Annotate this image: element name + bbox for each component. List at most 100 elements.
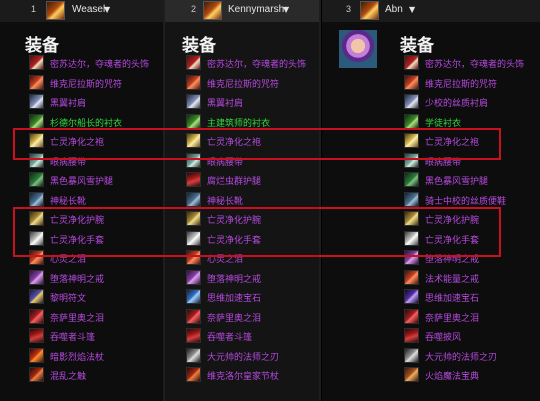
equipment-item-name[interactable]: 神秘长靴 [50, 194, 86, 207]
chevron-down-icon[interactable]: ▼ [409, 5, 415, 14]
trinket-icon [404, 289, 419, 304]
equipment-item[interactable]: 维克尼拉斯的咒符 [186, 74, 319, 93]
shoulders-icon [186, 94, 201, 109]
equipment-item[interactable]: 腐烂虫群护腿 [186, 172, 319, 190]
equipment-item-name[interactable]: 暗影烈焰法杖 [50, 350, 104, 363]
shirt-icon [29, 113, 44, 129]
player-rank: 3 [346, 4, 352, 14]
equipment-item[interactable]: 维克洛尔皇家节杖 [186, 367, 319, 385]
shirt-icon [186, 113, 201, 129]
equipment-item[interactable]: 吞噬披风 [404, 328, 540, 346]
equipment-item-name[interactable]: 黑色暴风雪护腿 [50, 174, 113, 187]
chevron-down-icon[interactable]: ▼ [104, 5, 110, 14]
equipment-item-name[interactable]: 维克尼拉斯的咒符 [207, 77, 279, 90]
section-title: 装备 [182, 36, 216, 56]
equipment-item-name[interactable]: 主建筑师的衬衣 [207, 116, 270, 129]
player-column-3: 3 Abn ▼ 装备 密苏达尔，夺魂者的头饰 维克尼拉斯的咒符 少校的丝质衬肩 学徒衬… [322, 0, 540, 401]
equipment-item-name[interactable]: 法术能量之戒 [425, 272, 479, 285]
equipment-item[interactable]: 暗影烈焰法杖 [29, 347, 163, 366]
equipment-item[interactable]: 密苏达尔，夺魂者的头饰 [186, 55, 319, 73]
dagger-icon [404, 347, 419, 363]
equipment-item[interactable]: 火焰魔法宝典 [404, 367, 540, 385]
equipment-item-name[interactable]: 思维加速宝石 [207, 291, 261, 304]
equipment-item-name[interactable]: 吞噬者斗篷 [207, 330, 252, 343]
equipment-item[interactable]: 黎明符文 [29, 289, 163, 307]
equipment-item[interactable]: 大元帅的法师之刃 [404, 347, 540, 366]
equipment-item-name[interactable]: 吞噬者斗篷 [50, 330, 95, 343]
cloak-icon [186, 328, 201, 343]
equipment-item[interactable]: 奈萨里奥之泪 [186, 308, 319, 327]
equipment-item[interactable]: 少校的丝质衬肩 [404, 94, 540, 112]
player-name[interactable]: Kennymarsh [228, 4, 284, 15]
equipment-item[interactable]: 思维加速宝石 [404, 289, 540, 307]
equipment-item-name[interactable]: 吞噬披风 [425, 330, 461, 343]
equipment-item-name[interactable]: 维克尼拉斯的咒符 [425, 77, 497, 90]
chevron-down-icon[interactable]: ▼ [283, 5, 289, 14]
player-header[interactable]: 2 Kennymarsh ▼ [165, 0, 319, 22]
equipment-item-name[interactable]: 黑色暴风雪护腿 [425, 174, 488, 187]
ring-icon [186, 269, 201, 285]
equipment-item[interactable]: 奈萨里奥之泪 [404, 308, 540, 327]
equipment-item-name[interactable]: 维克洛尔皇家节杖 [207, 369, 279, 382]
class-icon [203, 1, 222, 20]
equipment-item-name[interactable]: 密苏达尔，夺魂者的头饰 [50, 57, 149, 70]
equipment-item-name[interactable]: 大元帅的法师之刃 [207, 350, 279, 363]
equipment-item[interactable]: 密苏达尔，夺魂者的头饰 [404, 55, 540, 73]
equipment-item-name[interactable]: 少校的丝质衬肩 [425, 96, 488, 109]
player-header[interactable]: 1 Weasel ▼ [0, 0, 163, 22]
equipment-item[interactable]: 维克尼拉斯的咒符 [29, 74, 163, 93]
equipment-item-name[interactable]: 奈萨里奥之泪 [425, 311, 479, 324]
equipment-item-name[interactable]: 学徒衬衣 [425, 116, 461, 129]
equipment-item[interactable]: 堕落神明之戒 [29, 269, 163, 288]
equipment-item-name[interactable]: 维克尼拉斯的咒符 [50, 77, 122, 90]
equipment-item-name[interactable]: 堕落神明之戒 [50, 272, 104, 285]
ring-icon [29, 269, 44, 285]
equipment-item-name[interactable]: 黑翼衬肩 [50, 96, 86, 109]
equipment-item-name[interactable]: 骑士中校的丝质便鞋 [425, 194, 506, 207]
book-icon [404, 367, 419, 382]
equipment-item-name[interactable]: 密苏达尔，夺魂者的头饰 [207, 57, 306, 70]
equipment-item-name[interactable]: 黑翼衬肩 [207, 96, 243, 109]
equipment-item[interactable]: 奈萨里奥之泪 [29, 308, 163, 327]
scepter-icon [186, 367, 201, 382]
player-header[interactable]: 3 Abn ▼ [322, 0, 540, 22]
equipment-item-name[interactable]: 思维加速宝石 [425, 291, 479, 304]
dagger-icon [186, 347, 201, 363]
equipment-item-name[interactable]: 混乱之触 [50, 369, 86, 382]
equipment-item[interactable]: 堕落神明之戒 [186, 269, 319, 288]
shirt-icon [404, 113, 419, 129]
class-icon [46, 1, 65, 20]
staff-icon [29, 347, 44, 363]
equipment-item[interactable]: 法术能量之戒 [404, 269, 540, 288]
equipment-item[interactable]: 黑翼衬肩 [29, 94, 163, 112]
equipment-item-name[interactable]: 奈萨里奥之泪 [207, 311, 261, 324]
equipment-item-name[interactable]: 奈萨里奥之泪 [50, 311, 104, 324]
equipment-item[interactable]: 密苏达尔，夺魂者的头饰 [29, 55, 163, 73]
player-rank: 1 [31, 4, 37, 14]
equipment-item-name[interactable]: 密苏达尔，夺魂者的头饰 [425, 57, 524, 70]
player-name[interactable]: Abn [385, 4, 403, 15]
equipment-item-name[interactable]: 堕落神明之戒 [207, 272, 261, 285]
equipment-item-name[interactable]: 腐烂虫群护腿 [207, 174, 261, 187]
cloak-icon [29, 328, 44, 343]
equipment-item-name[interactable]: 神秘长靴 [207, 194, 243, 207]
equipment-item-name[interactable]: 杉德尔船长的衬衣 [50, 116, 122, 129]
equipment-item[interactable]: 混乱之触 [29, 367, 163, 385]
equipment-item[interactable]: 思维加速宝石 [186, 289, 319, 307]
equipment-item[interactable]: 大元帅的法师之刃 [186, 347, 319, 366]
highlight-box-bracer-gloves [13, 207, 501, 257]
helm-icon [186, 55, 201, 70]
equipment-item[interactable]: 黑色暴风雪护腿 [404, 172, 540, 190]
equipment-item-name[interactable]: 大元帅的法师之刃 [425, 350, 497, 363]
equipment-item[interactable]: 黑翼衬肩 [186, 94, 319, 112]
equipment-item-name[interactable]: 黎明符文 [50, 291, 86, 304]
equipment-item[interactable]: 黑色暴风雪护腿 [29, 172, 163, 190]
player-name[interactable]: Weasel [72, 4, 105, 15]
equipment-item[interactable]: 吞噬者斗篷 [29, 328, 163, 346]
equipment-item-name[interactable]: 火焰魔法宝典 [425, 369, 479, 382]
equipment-item[interactable]: 吞噬者斗篷 [186, 328, 319, 346]
legs-icon [186, 172, 201, 187]
equipment-item[interactable]: 维克尼拉斯的咒符 [404, 74, 540, 93]
wand-icon [29, 367, 44, 382]
boots-icon [29, 191, 44, 207]
